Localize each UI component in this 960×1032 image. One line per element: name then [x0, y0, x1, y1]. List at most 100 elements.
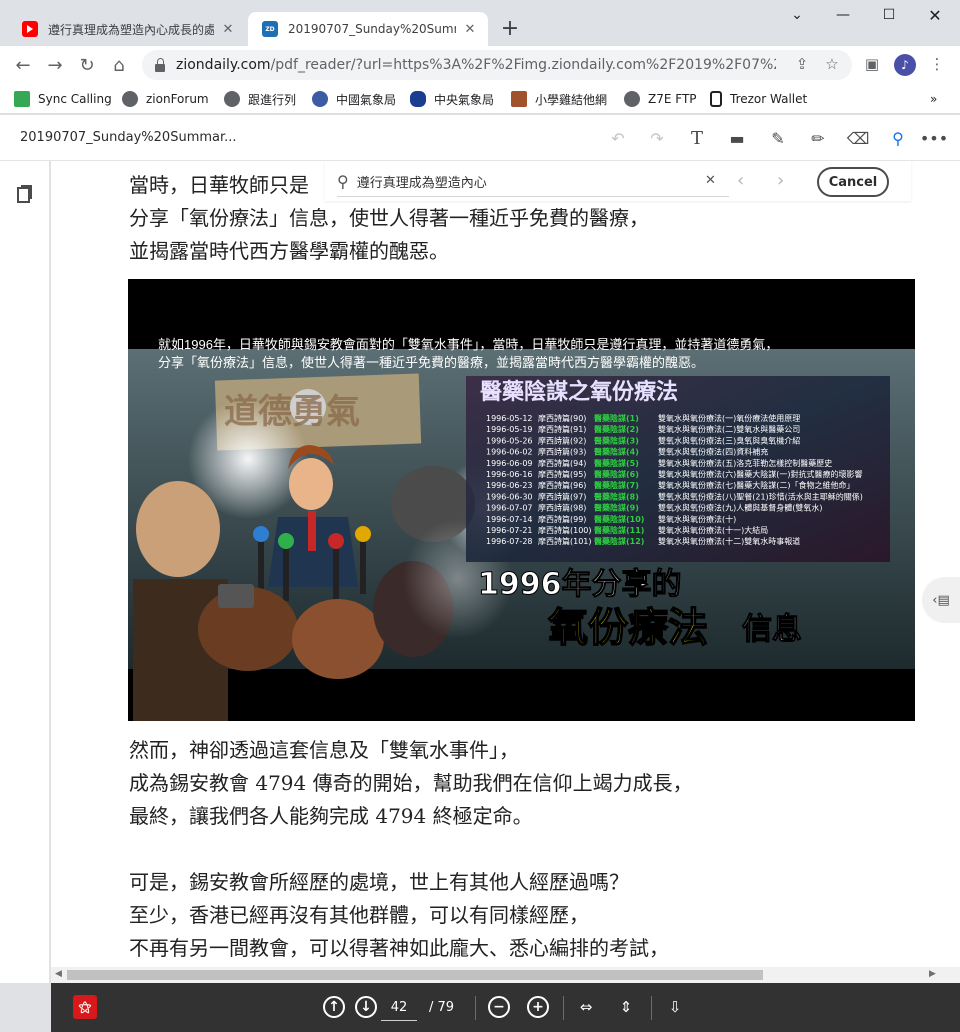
- bookmark-item[interactable]: Trezor Wallet: [710, 89, 807, 109]
- tab-youtube[interactable]: 遵行真理成為塑造內心成長的處境 ✕: [8, 12, 246, 46]
- add-text-icon[interactable]: T: [686, 127, 708, 149]
- schedule-cell: 摩西詩篇(95): [538, 469, 586, 479]
- home-button[interactable]: ⌂: [106, 52, 132, 78]
- cancel-button[interactable]: Cancel: [817, 167, 889, 197]
- text-line: 最終，讓我們各人能夠完成 4794 終極定命。: [129, 804, 533, 828]
- schedule-cell: 1996-05-12: [486, 414, 533, 423]
- schedule-cell: 摩西詩篇(100): [538, 525, 592, 535]
- profile-avatar[interactable]: ♪: [894, 54, 916, 76]
- schedule-cell: 雙氧水與氧份療法(十二)雙氧水時事報道: [658, 536, 800, 546]
- bookmark-star-icon[interactable]: ☆: [822, 54, 842, 74]
- text-line: [129, 833, 693, 866]
- schedule-cell: 1996-06-16: [486, 470, 533, 479]
- comments-panel-toggle[interactable]: ‹ ▤: [922, 577, 960, 623]
- zoom-in-icon[interactable]: +: [527, 996, 549, 1018]
- bookmark-item[interactable]: 中央氣象局: [410, 89, 494, 109]
- tab-pdf[interactable]: ZD 20190707_Sunday%20Summary ✕: [248, 12, 488, 46]
- more-bookmarks-icon[interactable]: »: [930, 89, 937, 109]
- forward-button[interactable]: →: [42, 52, 68, 78]
- pdf-bottom-bar: ⚝ ↑ ↓ 42 / 79 − + ⇔ ⇕ ⇩: [51, 983, 960, 1032]
- undo-icon[interactable]: ↶: [607, 127, 629, 149]
- schedule-cell: 醫藥陰謀(8): [594, 491, 639, 501]
- bookmark-item[interactable]: zionForum: [122, 89, 209, 109]
- close-window-button[interactable]: ✕: [912, 0, 958, 30]
- schedule-cell: 摩西詩篇(93): [538, 447, 586, 457]
- schedule-cell: 摩西詩篇(97): [538, 491, 586, 501]
- more-options-icon[interactable]: •••: [920, 127, 948, 149]
- next-result-icon[interactable]: ›: [777, 170, 784, 191]
- weather-icon: [312, 91, 328, 107]
- scrollbar-thumb[interactable]: [67, 970, 763, 980]
- page-total: / 79: [429, 1000, 455, 1015]
- reload-button[interactable]: ↻: [74, 52, 100, 78]
- tab-strip: 遵行真理成為塑造內心成長的處境 ✕ ZD 20190707_Sunday%20S…: [0, 0, 960, 46]
- browser-toolbar: ← → ↻ ⌂ ziondaily.com/pdf_reader/?url=ht…: [0, 46, 960, 84]
- fit-width-icon[interactable]: ⇔: [575, 996, 597, 1018]
- youtube-icon: [22, 21, 38, 37]
- previous-result-icon[interactable]: ‹: [737, 170, 744, 191]
- acrobat-logo-icon: ⚝: [73, 995, 97, 1019]
- schedule-cell: 雙氧水與氧份療法(九)人體與基督身體(雙氧水): [658, 503, 822, 513]
- new-tab-button[interactable]: +: [498, 16, 522, 41]
- document-title: 20190707_Sunday%20Summar...: [20, 130, 237, 145]
- side-panel-icon[interactable]: ▣: [862, 54, 882, 74]
- maximize-button[interactable]: ☐: [866, 0, 912, 30]
- schedule-cell: 醫藥陰謀(9): [594, 503, 639, 513]
- schedule-cell: 1996-06-30: [486, 492, 533, 501]
- eraser-icon[interactable]: ⌫: [847, 127, 870, 149]
- ziondaily-icon: ZD: [262, 21, 278, 37]
- minimize-button[interactable]: —: [820, 0, 866, 30]
- globe-icon: [224, 91, 240, 107]
- clear-search-icon[interactable]: ✕: [705, 173, 716, 188]
- menu-kebab-icon[interactable]: ⋮: [927, 54, 947, 74]
- schedule-cell: 摩西詩篇(90): [538, 413, 586, 423]
- bookmark-item[interactable]: 中國氣象局: [312, 89, 396, 109]
- bookmarks-bar: Sync Calling zionForum 跟進行列 中國氣象局 中央氣象局 …: [0, 84, 960, 114]
- fit-page-icon[interactable]: ⇕: [615, 996, 637, 1018]
- schedule-cell: 雙氧水與氧份療法(十一)大結局: [658, 525, 768, 535]
- globe-icon: [122, 91, 138, 107]
- draw-icon[interactable]: ✏: [807, 127, 829, 149]
- tab-title: 遵行真理成為塑造內心成長的處境: [48, 22, 214, 37]
- comment-icon[interactable]: ▬: [726, 127, 748, 149]
- next-page-icon[interactable]: ↓: [355, 996, 377, 1018]
- schedule-cell: 1996-06-02: [486, 448, 533, 457]
- schedule-cell: 醫藥陰謀(7): [594, 480, 639, 490]
- redo-icon[interactable]: ↷: [646, 127, 668, 149]
- bookmark-item[interactable]: 小學雞結他網: [511, 89, 607, 109]
- address-bar[interactable]: ziondaily.com/pdf_reader/?url=https%3A%2…: [142, 50, 852, 80]
- schedule-cell: 醫藥陰謀(4): [594, 447, 639, 457]
- schedule-cell: 摩西詩篇(99): [538, 514, 586, 524]
- weather-bureau-icon: [410, 91, 426, 107]
- scroll-left-icon[interactable]: ◀: [55, 969, 62, 979]
- schedule-cell: 醫藥陰謀(6): [594, 469, 639, 479]
- horizontal-scrollbar[interactable]: ◀ ▶: [51, 967, 960, 983]
- find-field[interactable]: ⚲ 遵行真理成為塑造內心: [337, 167, 729, 197]
- divider: [651, 996, 652, 1020]
- schedule-cell: 摩西詩篇(98): [538, 503, 586, 513]
- page-scroll-mode-icon[interactable]: ⇩: [664, 996, 686, 1018]
- bookmark-item[interactable]: Sync Calling: [14, 89, 112, 109]
- schedule-cell: 雙氧水與氧份療法(六)醫藥大陰謀(一)對抗式醫療的壞影響: [658, 469, 862, 479]
- url-text[interactable]: ziondaily.com/pdf_reader/?url=https%3A%2…: [176, 57, 776, 73]
- schedule-cell: 雙氧水與氧份療法(三)臭氧與臭氧機介紹: [658, 435, 800, 445]
- bookmark-item[interactable]: Z7E FTP: [624, 89, 697, 109]
- find-query[interactable]: 遵行真理成為塑造內心: [357, 172, 487, 191]
- close-tab-icon[interactable]: ✕: [220, 21, 236, 37]
- schedule-cell: 醫藥陰謀(1): [594, 413, 639, 423]
- lock-icon[interactable]: [154, 58, 166, 72]
- close-tab-icon[interactable]: ✕: [462, 21, 478, 37]
- scroll-right-icon[interactable]: ▶: [929, 969, 936, 979]
- bookmark-item[interactable]: 跟進行列: [224, 89, 296, 109]
- share-icon[interactable]: ⇪: [792, 54, 812, 74]
- page-thumbnails-icon[interactable]: [17, 185, 33, 203]
- back-button[interactable]: ←: [10, 52, 36, 78]
- page-number-input[interactable]: 42: [381, 995, 417, 1021]
- search-icon[interactable]: ⚲: [887, 127, 909, 149]
- highlight-icon[interactable]: ✎: [767, 127, 789, 149]
- schedule-cell: 醫藥陰謀(10): [594, 514, 644, 524]
- previous-page-icon[interactable]: ↑: [323, 996, 345, 1018]
- image-caption-line: 分享「氧份療法」信息，使世人得著一種近乎免費的醫療，並揭露當時代西方醫學霸權的醜…: [158, 355, 704, 370]
- zoom-out-icon[interactable]: −: [488, 996, 510, 1018]
- tab-search-icon[interactable]: ⌄: [774, 0, 820, 30]
